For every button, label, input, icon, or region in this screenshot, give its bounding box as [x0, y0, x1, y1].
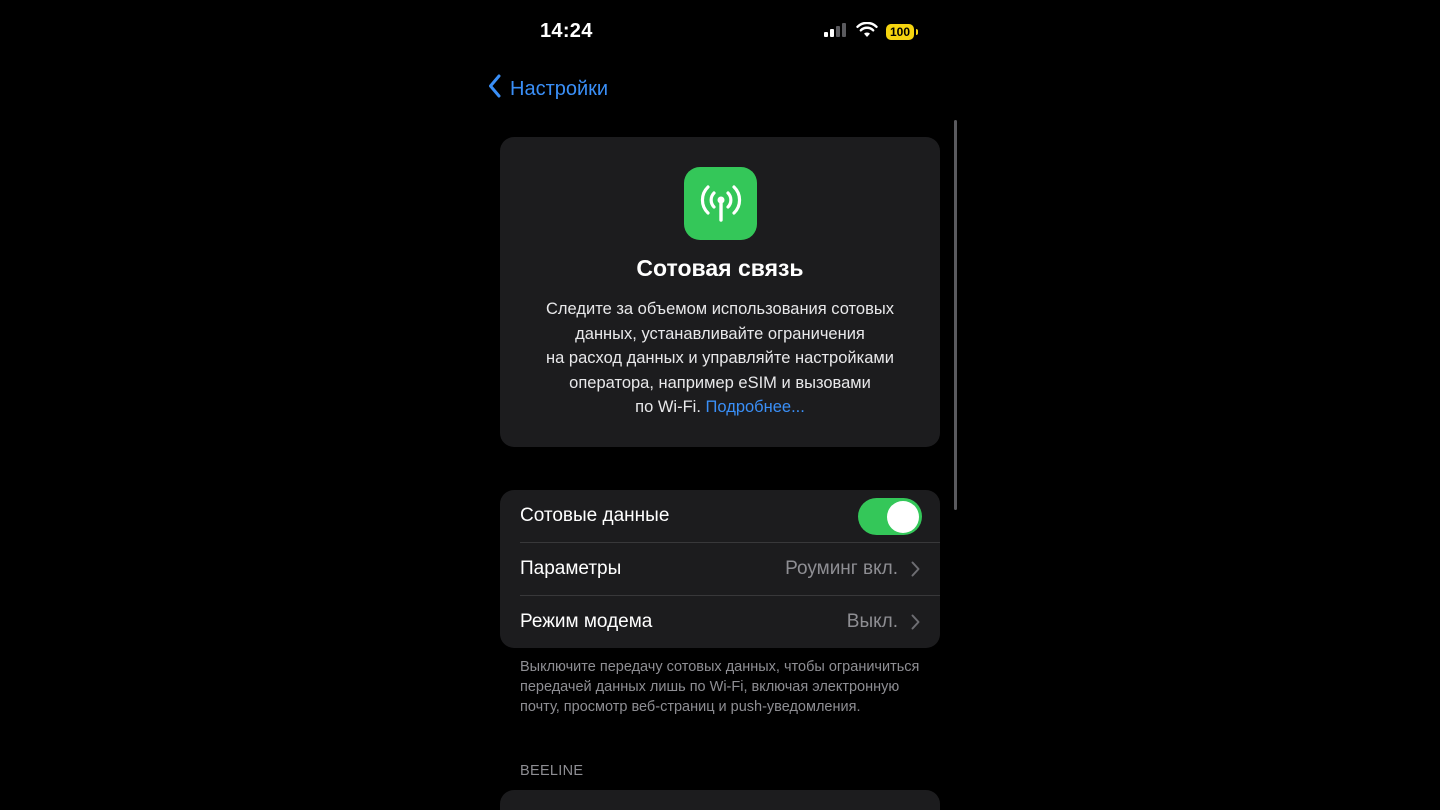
options-value: Роуминг вкл.	[785, 558, 898, 579]
section-header-carrier: BEELINE	[520, 763, 584, 779]
back-label: Настройки	[510, 77, 609, 100]
options-label: Параметры	[520, 558, 622, 579]
description-line: на расход данных и управляйте настройкам…	[546, 349, 894, 367]
info-card: Сотовая связь Следите за объемом использ…	[500, 137, 940, 447]
cellular-data-toggle[interactable]	[858, 498, 922, 535]
chevron-right-icon	[911, 614, 920, 635]
status-time: 14:24	[540, 20, 593, 42]
phone-screen: 14:24 100 Настройки Сотовая связь Следит…	[480, 0, 960, 810]
toggle-knob	[887, 500, 919, 533]
hotspot-row[interactable]: Режим модема Выкл.	[500, 596, 940, 648]
description-line: Следите за объемом использования сотовых	[546, 300, 894, 318]
hotspot-label: Режим модема	[520, 611, 653, 632]
chevron-left-icon	[488, 74, 502, 104]
hotspot-value: Выкл.	[846, 611, 898, 632]
description-line: оператора, например eSIM и вызовами	[569, 373, 871, 392]
card-title: Сотовая связь	[636, 255, 804, 281]
back-button[interactable]: Настройки	[488, 74, 608, 104]
learn-more-link[interactable]: Подробнее...	[706, 398, 805, 416]
footer-note: Выключите передачу сотовых данных, чтобы…	[520, 659, 920, 715]
cellular-signal-icon	[824, 22, 848, 42]
antenna-icon	[684, 167, 757, 240]
description-line-last: по Wi-Fi. Подробнее...	[514, 395, 926, 420]
cellular-data-row: Сотовые данные	[500, 490, 940, 542]
status-indicators: 100	[824, 21, 919, 43]
description-last-text: по Wi-Fi.	[635, 398, 701, 416]
chevron-right-icon	[911, 561, 920, 582]
card-description: Следите за объемом использования сотовых…	[514, 297, 926, 420]
options-row[interactable]: Параметры Роуминг вкл.	[500, 543, 940, 595]
battery-indicator: 100	[886, 24, 919, 40]
cellular-settings-group: Сотовые данные Параметры Роуминг вкл. Ре…	[500, 490, 940, 648]
scroll-indicator[interactable]	[954, 120, 957, 510]
cellular-data-label: Сотовые данные	[520, 505, 670, 526]
description-line: данных, устанавливайте ограничения	[575, 324, 865, 343]
carrier-settings-group[interactable]	[500, 790, 940, 810]
wifi-icon	[856, 21, 878, 43]
